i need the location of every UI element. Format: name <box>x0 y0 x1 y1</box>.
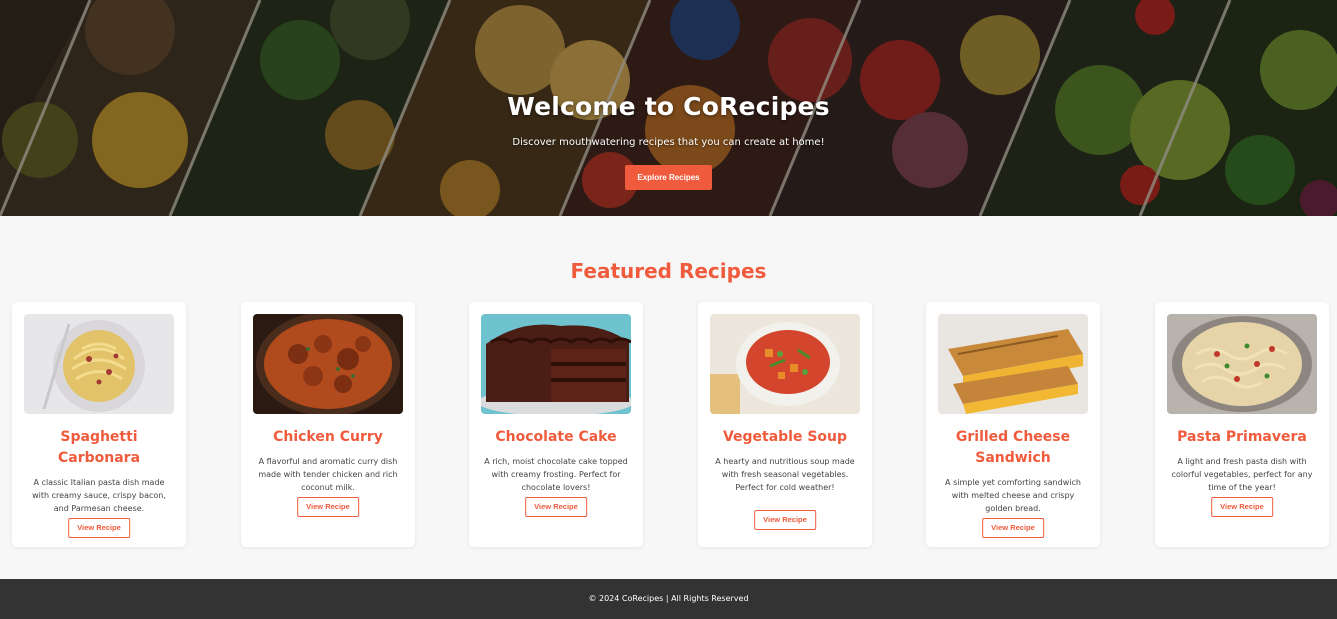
recipe-card-chocolate-cake: Chocolate Cake A rich, moist chocolate c… <box>469 302 643 547</box>
recipe-title: Chocolate Cake <box>495 429 617 445</box>
recipe-card-list: Spaghetti Carbonara A classic Italian pa… <box>12 302 1329 547</box>
hero-content: Welcome to CoRecipes Discover mouthwater… <box>0 92 1337 190</box>
grilled-cheese-photo <box>938 314 1088 414</box>
recipe-description: A rich, moist chocolate cake topped with… <box>484 457 628 492</box>
recipe-title: Grilled Cheese Sandwich <box>955 429 1071 466</box>
hero-banner: Welcome to CoRecipes Discover mouthwater… <box>0 0 1337 216</box>
recipe-card-spaghetti-carbonara: Spaghetti Carbonara A classic Italian pa… <box>12 302 186 547</box>
recipe-card-vegetable-soup: Vegetable Soup A hearty and nutritious s… <box>698 302 872 547</box>
chicken-curry-photo <box>253 314 403 414</box>
recipe-title: Spaghetti Carbonara <box>57 429 141 466</box>
hero-subtitle: Discover mouthwatering recipes that you … <box>512 137 825 148</box>
section-title: Featured Recipes <box>570 259 767 283</box>
recipe-description: A light and fresh pasta dish with colorf… <box>1171 457 1313 492</box>
chocolate-cake-photo <box>481 314 631 414</box>
recipe-description: A hearty and nutritious soup made with f… <box>715 457 855 492</box>
recipe-description: A classic Italian pasta dish made with c… <box>32 478 166 513</box>
page-footer: © 2024 CoRecipes | All Rights Reserved <box>0 579 1337 619</box>
view-recipe-button[interactable]: View Recipe <box>525 497 587 517</box>
recipe-title: Chicken Curry <box>273 429 383 445</box>
footer-copyright: © 2024 CoRecipes | All Rights Reserved <box>588 594 749 603</box>
recipe-card-grilled-cheese-sandwich: Grilled Cheese Sandwich A simple yet com… <box>926 302 1100 547</box>
recipe-description: A flavorful and aromatic curry dish made… <box>258 457 398 492</box>
view-recipe-button[interactable]: View Recipe <box>1211 497 1273 517</box>
spaghetti-carbonara-photo <box>24 314 174 414</box>
recipe-title: Vegetable Soup <box>722 429 848 445</box>
view-recipe-button[interactable]: View Recipe <box>68 518 130 538</box>
recipe-title: Pasta Primavera <box>1177 429 1307 445</box>
explore-recipes-button[interactable]: Explore Recipes <box>625 165 712 190</box>
vegetable-soup-photo <box>710 314 860 414</box>
view-recipe-button[interactable]: View Recipe <box>297 497 359 517</box>
view-recipe-button[interactable]: View Recipe <box>754 510 816 530</box>
recipe-description: A simple yet comforting sandwich with me… <box>945 478 1081 513</box>
recipe-card-pasta-primavera: Pasta Primavera A light and fresh pasta … <box>1155 302 1329 547</box>
featured-recipes-section: Featured Recipes Spaghetti Carbonara A c… <box>0 216 1337 579</box>
pasta-primavera-photo <box>1167 314 1317 414</box>
hero-title: Welcome to CoRecipes <box>507 92 830 121</box>
view-recipe-button[interactable]: View Recipe <box>982 518 1044 538</box>
recipe-card-chicken-curry: Chicken Curry A flavorful and aromatic c… <box>241 302 415 547</box>
